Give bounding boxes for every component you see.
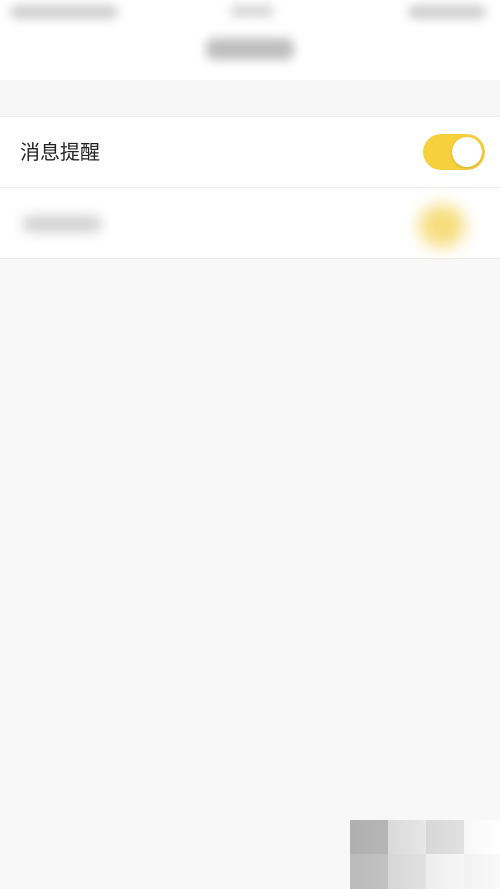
settings-row-label: 消息提醒 [20,140,100,164]
settings-row-message-reminder[interactable]: 消息提醒 [0,117,500,187]
obscured-toggle[interactable] [419,205,465,247]
section-divider-bottom [0,258,500,259]
top-bar [0,0,500,80]
section-gap [0,80,500,117]
status-bar-right [408,5,486,19]
watermark-mosaic [350,820,500,889]
status-bar-left [10,5,118,19]
status-bar-center [230,5,274,17]
toggle-knob [452,137,482,167]
page-title [206,38,294,60]
settings-row-label-blurred [22,216,102,232]
settings-screen: 消息提醒 [0,0,500,889]
message-reminder-toggle[interactable] [423,134,485,170]
